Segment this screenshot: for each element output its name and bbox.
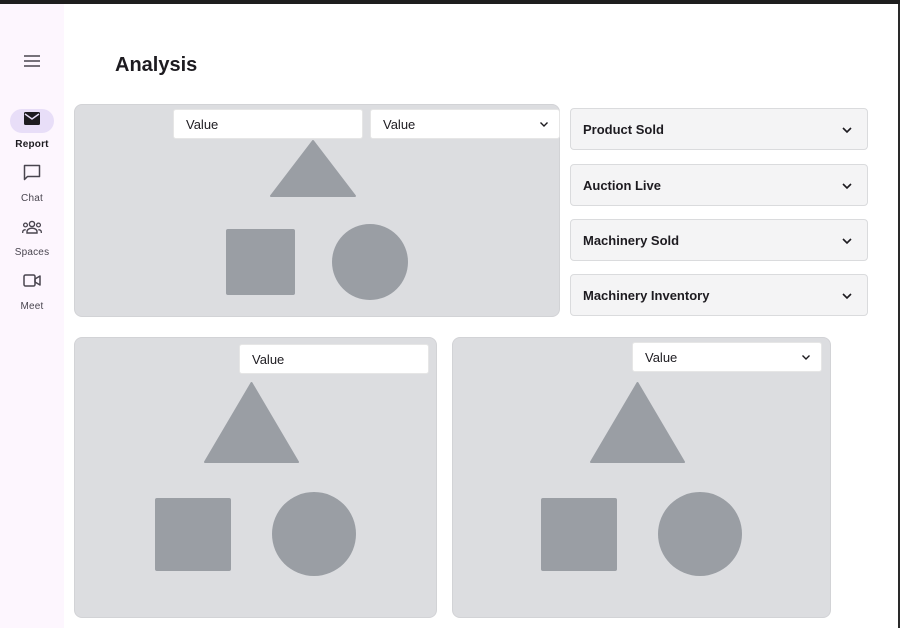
top-value-input[interactable]: Value — [173, 109, 363, 139]
bottom-left-value-input[interactable]: Value — [239, 344, 429, 374]
input-value: Value — [186, 116, 219, 132]
video-camera-icon — [23, 274, 41, 292]
navigation-rail: Report Chat Spaces Meet — [0, 4, 64, 628]
select-value: Value — [383, 116, 416, 132]
select-value: Value — [645, 349, 678, 365]
triangle-shape — [270, 140, 356, 197]
circle-shape — [332, 224, 408, 300]
rail-item-spaces[interactable]: Spaces — [0, 217, 64, 258]
rail-item-label: Report — [15, 139, 49, 150]
square-shape — [226, 229, 295, 295]
top-value-select[interactable]: Value — [370, 109, 560, 139]
rail-item-label: Spaces — [14, 247, 50, 258]
triangle-shape — [590, 382, 685, 463]
window-top-border — [0, 0, 900, 4]
accordion-auction-live[interactable]: Auction Live — [570, 164, 868, 206]
square-shape — [155, 498, 231, 571]
accordion-label: Auction Live — [583, 177, 662, 193]
rail-item-label: Meet — [20, 301, 44, 312]
square-shape — [541, 498, 617, 571]
rail-item-label: Chat — [21, 193, 43, 204]
bottom-right-placeholder-card — [452, 337, 831, 618]
rail-item-meet[interactable]: Meet — [0, 271, 64, 312]
accordion-machinery-inventory[interactable]: Machinery Inventory — [570, 274, 868, 316]
bottom-left-placeholder-card — [74, 337, 437, 618]
bottom-right-value-select[interactable]: Value — [632, 342, 822, 372]
rail-item-chat[interactable]: Chat — [0, 163, 64, 204]
group-icon — [22, 220, 42, 239]
circle-shape — [658, 492, 742, 576]
chevron-down-icon — [802, 355, 810, 360]
circle-shape — [272, 492, 356, 576]
chat-bubble-icon — [23, 164, 41, 186]
accordion-label: Machinery Sold — [583, 232, 680, 248]
chevron-down-icon — [842, 238, 852, 245]
accordion-label: Machinery Inventory — [583, 287, 710, 303]
chevron-down-icon — [842, 127, 852, 134]
accordion-product-sold[interactable]: Product Sold — [570, 108, 868, 150]
mail-icon — [24, 112, 40, 130]
input-value: Value — [252, 351, 285, 367]
accordion-machinery-sold[interactable]: Machinery Sold — [570, 219, 868, 261]
triangle-shape — [204, 382, 299, 463]
chevron-down-icon — [842, 183, 852, 190]
rail-item-report[interactable]: Report — [0, 109, 64, 150]
active-indicator — [10, 109, 54, 133]
chevron-down-icon — [540, 122, 548, 127]
page-title: Analysis — [115, 54, 198, 76]
accordion-label: Product Sold — [583, 121, 664, 137]
hamburger-menu-icon[interactable] — [19, 49, 45, 73]
chevron-down-icon — [842, 293, 852, 300]
